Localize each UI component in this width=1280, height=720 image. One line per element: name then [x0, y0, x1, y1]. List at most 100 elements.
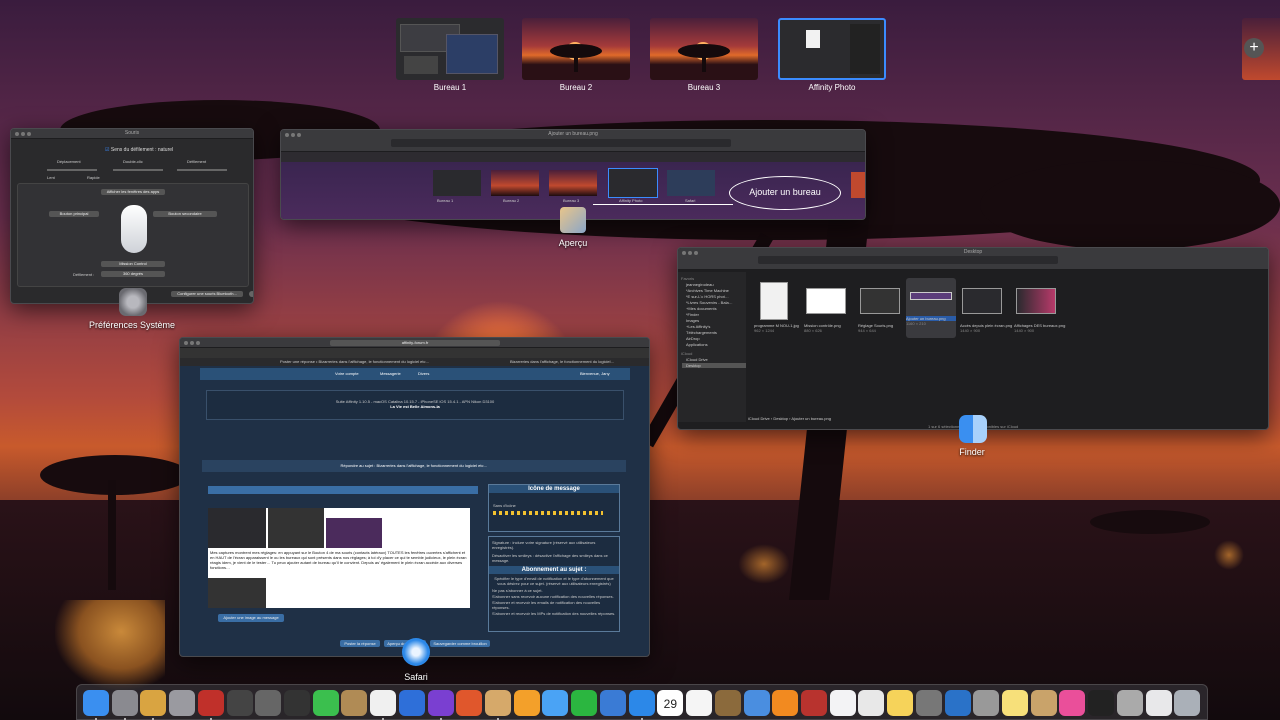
path-segment[interactable]: Ajouter un bureau.png [791, 416, 831, 421]
sidebar-item-selected[interactable]: Desktop [682, 363, 746, 368]
notes-icon[interactable] [1001, 690, 1028, 716]
sidebar-item[interactable]: *E sur-L'c HORS phot… [686, 294, 746, 299]
font-book-icon[interactable] [915, 690, 942, 716]
packages-icon[interactable] [1030, 690, 1057, 716]
nav-item[interactable]: Votre compte [335, 371, 359, 376]
file-item-selected[interactable]: Ajouter un bureau.png 1160 × 210 [906, 278, 956, 338]
bluetooth-setup-button[interactable]: Configurer une souris Bluetooth... [171, 291, 243, 297]
downloads-icon[interactable] [1145, 690, 1172, 716]
file-item[interactable]: Affichages DES bureaux.png 1440 × 900 [1014, 282, 1074, 338]
help-button[interactable] [249, 291, 253, 297]
add-image-button[interactable]: Ajouter une image au message [218, 614, 284, 622]
camera-icon[interactable] [944, 690, 971, 716]
show-all-apps-dropdown[interactable]: Afficher les fenêtres des apps [101, 189, 165, 195]
system-preferences-window[interactable]: Souris ☑ Sens du défilement : naturel Dé… [10, 128, 254, 304]
preview-app-icon[interactable] [560, 207, 586, 233]
smileys-option[interactable]: Désactiver les smileys : désactive l'aff… [492, 553, 616, 563]
space-bureau-2[interactable] [522, 18, 630, 80]
secondary-button-dropdown[interactable]: Bouton secondaire [153, 211, 217, 217]
archive-icon[interactable] [341, 690, 368, 716]
scroll-option-dropdown[interactable]: 360 degrés [101, 271, 165, 277]
signature-option[interactable]: Signature : inclure votre signature (rés… [492, 540, 616, 550]
nav-item[interactable]: Messagerie [380, 371, 401, 376]
subscription-option[interactable]: S'abonner et recevoir les emails de noti… [492, 600, 616, 610]
sidebar-item[interactable]: Images [686, 318, 746, 323]
space-bureau-1[interactable] [396, 18, 504, 80]
welcome-user[interactable]: Bienvenue, Jany [580, 371, 610, 376]
utility-icon[interactable] [1116, 690, 1143, 716]
double-click-slider[interactable] [113, 169, 163, 171]
window-controls[interactable] [184, 341, 200, 345]
space-bureau-3[interactable] [650, 18, 758, 80]
natural-scroll-checkbox[interactable]: ☑ Sens du défilement : naturel [105, 147, 173, 153]
sidebar-item[interactable]: Applications [686, 342, 746, 347]
pages-icon[interactable] [513, 690, 540, 716]
flickr-icon[interactable] [1059, 690, 1086, 716]
safari-window[interactable]: affinity-forum.fr Poster une réponse • B… [179, 337, 650, 657]
calendar-icon[interactable]: 29 [657, 690, 684, 716]
activity-monitor-icon[interactable] [1088, 690, 1115, 716]
photos-icon[interactable] [370, 690, 397, 716]
preview-toolbar[interactable] [391, 139, 731, 147]
textedit-icon[interactable] [858, 690, 885, 716]
tracking-slider[interactable] [47, 169, 97, 171]
messages-icon[interactable] [542, 690, 569, 716]
calculator-icon[interactable] [226, 690, 253, 716]
affinity-publisher-icon[interactable] [456, 690, 483, 716]
space-affinity-photo[interactable] [778, 18, 886, 80]
preview-icon[interactable] [485, 690, 512, 716]
finder-icon[interactable] [83, 690, 109, 716]
nav-item[interactable]: Divers [418, 371, 429, 376]
sidebar-item[interactable]: iCloud Drive [686, 357, 746, 362]
notes-app-icon[interactable] [714, 690, 741, 716]
facetime-icon[interactable] [312, 690, 339, 716]
save-draft-button[interactable]: Sauvegarder comme brouillon [430, 640, 490, 647]
disk-utility-icon[interactable] [169, 690, 196, 716]
message-editor[interactable]: Mes captures montrent mes réglages: en a… [208, 508, 470, 608]
sidebar-item[interactable]: *Archives Time Machine [686, 288, 746, 293]
sidebar-item[interactable]: *Livres Souvenirs - Bala… [686, 300, 746, 305]
add-space-button[interactable]: + [1242, 18, 1280, 80]
path-segment[interactable]: Desktop [773, 416, 788, 421]
automator-icon[interactable] [973, 690, 1000, 716]
image-editor-icon[interactable] [599, 690, 626, 716]
keynote-icon[interactable] [743, 690, 770, 716]
post-reply-button[interactable]: Poster la réponse [340, 640, 380, 647]
console-icon[interactable] [284, 690, 311, 716]
editor-toolbar[interactable] [208, 486, 478, 494]
mission-control-dropdown[interactable]: Mission Control [101, 261, 165, 267]
emoji-row[interactable] [493, 511, 603, 515]
subscription-option[interactable]: S'abonner sans recevoir aucune notificat… [492, 594, 616, 599]
books-icon[interactable] [772, 690, 799, 716]
safari-app-icon[interactable] [402, 638, 430, 666]
sidebar-item[interactable]: jeannegirodeau [686, 282, 746, 287]
finder-toolbar[interactable] [758, 256, 1058, 264]
sidebar-item[interactable]: AirDrop [686, 336, 746, 341]
tab-left[interactable]: Poster une réponse • Bizarreries dans l'… [280, 359, 460, 364]
system-preferences-icon[interactable] [119, 288, 147, 316]
address-bar[interactable]: affinity-forum.fr [330, 340, 500, 346]
sidebar-item[interactable]: +Les Affinity's [686, 324, 746, 329]
whatsapp-icon[interactable] [571, 690, 598, 716]
safari-icon[interactable] [628, 690, 655, 716]
affinity-photo-icon[interactable] [427, 690, 454, 716]
subscription-option[interactable]: S'abonner et recevoir les MPs de notific… [492, 611, 616, 616]
photo-booth-icon[interactable] [197, 690, 224, 716]
finder-window[interactable]: Desktop Favoris jeannegirodeau *Archives… [677, 247, 1269, 430]
music-icon[interactable] [829, 690, 856, 716]
reminders-icon[interactable] [686, 690, 713, 716]
sidebar-item[interactable]: +Mes documents [686, 306, 746, 311]
file-item[interactable]: Accès depuis plein écran.png 1440 × 900 [960, 282, 1020, 338]
primary-button-dropdown[interactable]: Bouton principal [49, 211, 99, 217]
news-icon[interactable] [800, 690, 827, 716]
finder-app-icon[interactable] [959, 415, 987, 443]
tab-right[interactable]: Bizarreries dans l'affichage, le fonctio… [510, 359, 649, 364]
subscription-option[interactable]: Ne pas s'abonner à ce sujet. [492, 588, 616, 593]
trash-icon[interactable] [1174, 690, 1201, 716]
affinity-designer-icon[interactable] [398, 690, 425, 716]
system-preferences-icon[interactable] [111, 690, 138, 716]
screenshot-icon[interactable] [255, 690, 282, 716]
scroll-speed-slider[interactable] [177, 169, 227, 171]
icon-panel-none[interactable]: Sans d'icône [493, 503, 619, 508]
file-item[interactable]: Mission contrôle.png 880 × 626 [804, 282, 864, 338]
